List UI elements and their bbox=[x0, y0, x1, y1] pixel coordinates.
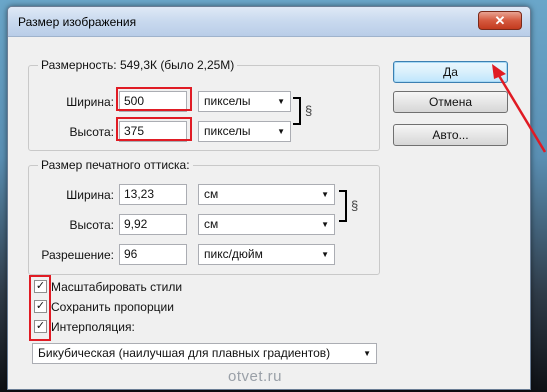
red-pointer-arrow bbox=[492, 64, 547, 153]
watermark: otvet.ru bbox=[228, 368, 283, 385]
